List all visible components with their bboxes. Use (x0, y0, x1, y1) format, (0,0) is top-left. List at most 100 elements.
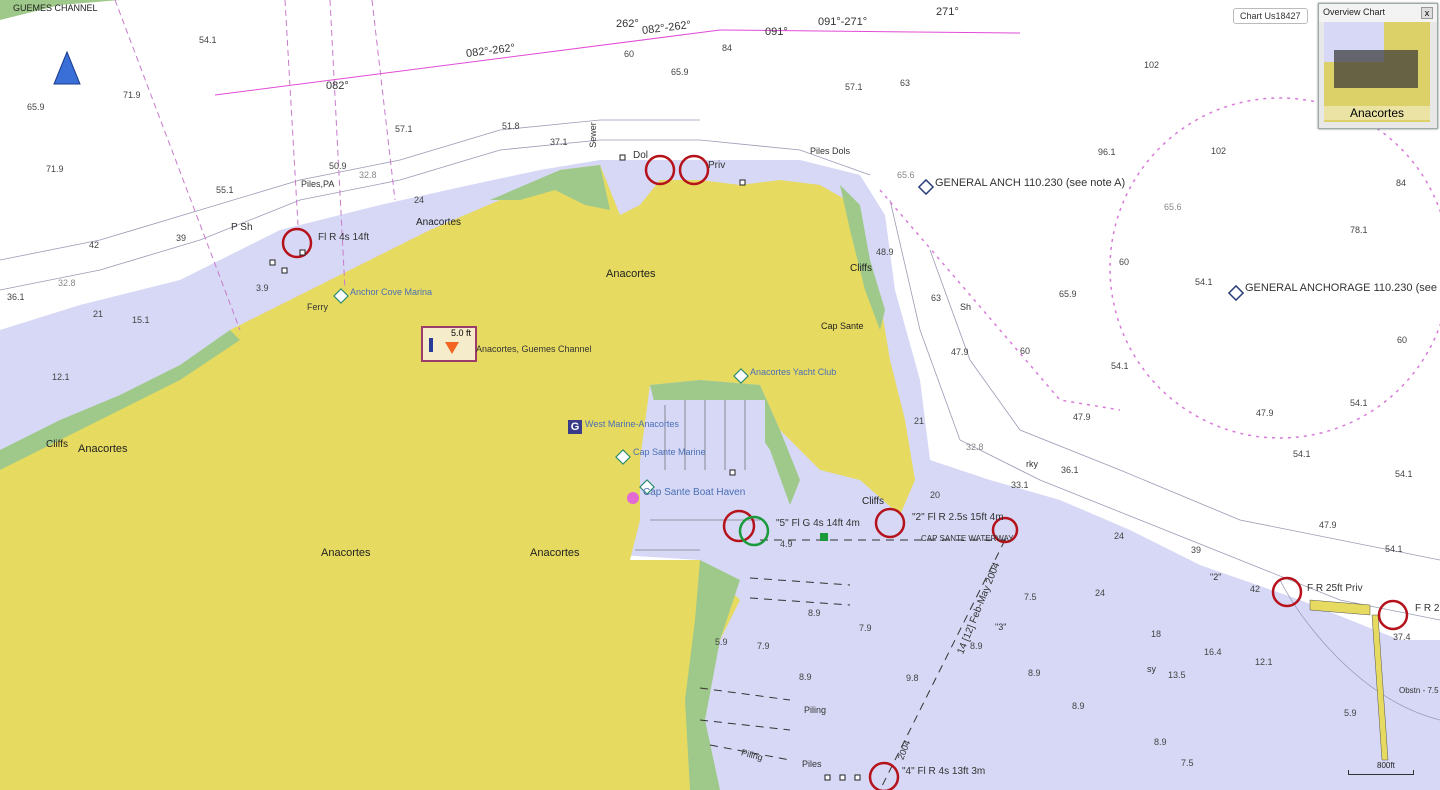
building-icon (739, 179, 746, 186)
label-piles: Piles (802, 759, 822, 769)
depth-sounding: 3.9 (256, 283, 269, 293)
store-g-icon[interactable]: G (568, 420, 582, 434)
depth-sounding: 60 (624, 49, 635, 59)
label-ferry: Ferry (307, 302, 328, 312)
depth-sounding: 54.1 (1111, 361, 1129, 371)
depth-sounding: 51.8 (502, 121, 520, 131)
depth-sounding: 37.4 (1393, 632, 1411, 642)
light-label-fl-r-2-5s[interactable]: "2" Fl R 2.5s 15ft 4m (912, 512, 1004, 523)
label-sh: Sh (960, 302, 972, 312)
tide-station-box[interactable]: 5.0 ft (421, 326, 477, 362)
depth-sounding: 20 (930, 490, 941, 500)
poi-anacortes-yacht-club[interactable]: Anacortes Yacht Club (750, 367, 836, 377)
depth-sounding: 24 (1095, 588, 1106, 598)
depth-sounding: 7.5 (1181, 758, 1194, 768)
depth-sounding: 12.1 (1255, 657, 1273, 667)
light-label-fl-r-4[interactable]: "4" Fl R 4s 13ft 3m (902, 766, 985, 777)
depth-sounding: 71.9 (123, 90, 141, 100)
label-sy: sy (1147, 664, 1156, 674)
building-icon (824, 774, 831, 781)
place-anacortes-west: Anacortes (78, 443, 128, 455)
building-icon (281, 267, 288, 274)
depth-sounding: 54.1 (1293, 449, 1311, 459)
depth-sounding: 78.1 (1350, 225, 1368, 235)
light-label-dol[interactable]: Dol (633, 150, 648, 161)
overview-chart-title: Overview Chart (1319, 4, 1437, 22)
depth-sounding: 33.1 (1011, 480, 1029, 490)
depth-sounding: 8.9 (799, 672, 812, 682)
poi-general-anchorage[interactable]: GENERAL ANCHORAGE 110.230 (see note A) (1245, 282, 1440, 294)
poi-anchor-cove-marina[interactable]: Anchor Cove Marina (350, 287, 432, 297)
building-icon (729, 469, 736, 476)
building-icon (299, 249, 306, 256)
light-label-f-r-2[interactable]: F R 2 (1415, 603, 1439, 614)
depth-contour-label: 32.8 (58, 278, 76, 288)
depth-contour-label: 32.8 (359, 170, 377, 180)
place-cap-sante: Cap Sante (821, 321, 864, 331)
depth-sounding: 102 (1144, 60, 1160, 70)
depth-sounding: 47.9 (1073, 412, 1091, 422)
depth-sounding: 7.9 (859, 623, 872, 633)
scale-bar (1348, 770, 1414, 775)
depth-sounding: 65.9 (1059, 289, 1077, 299)
depth-sounding: 21 (93, 309, 104, 319)
depth-sounding: 12.1 (52, 372, 70, 382)
depth-sounding: 84 (722, 43, 733, 53)
depth-sounding: 21 (914, 416, 925, 426)
light-label-priv[interactable]: Priv (708, 160, 725, 171)
place-cliffs-west: Cliffs (46, 439, 69, 450)
depth-sounding: 57.1 (845, 82, 863, 92)
depth-sounding: 24 (1114, 531, 1125, 541)
building-icon (839, 774, 846, 781)
overview-chart-map[interactable]: Anacortes (1324, 22, 1430, 122)
tide-height: 5.0 ft (450, 328, 471, 338)
depth-sounding: 55.1 (216, 185, 234, 195)
label-p-sh: P Sh (231, 222, 253, 233)
light-label-f-r-25ft[interactable]: F R 25ft Priv (1307, 583, 1363, 594)
depth-sounding: 9.8 (906, 673, 919, 683)
chart-id-badge[interactable]: Chart Us18427 (1233, 8, 1308, 24)
poi-cap-sante-marine[interactable]: Cap Sante Marine (633, 447, 706, 457)
label-cap-sante-waterway: CAP SANTE WATERWAY (921, 534, 1014, 543)
depth-sounding: 47.9 (1256, 408, 1274, 418)
depth-sounding: 16.4 (1204, 647, 1222, 657)
depth-sounding: 18 (1151, 629, 1162, 639)
label-piling-1: Piling (804, 705, 827, 715)
depth-sounding: 60 (1020, 346, 1031, 356)
depth-sounding: 96.1 (1098, 147, 1116, 157)
overview-viewport[interactable] (1334, 50, 1418, 88)
place-anacortes-main: Anacortes (606, 268, 656, 280)
building-icon (619, 154, 626, 161)
label-piles-dols: Piles Dols (810, 146, 851, 156)
buoy-label-2[interactable]: "2" (1210, 572, 1221, 582)
place-anacortes-sw2: Anacortes (530, 547, 580, 559)
depth-sounding: 84 (1396, 178, 1407, 188)
depth-sounding: 54.1 (1385, 544, 1403, 554)
poi-general-anch[interactable]: GENERAL ANCH 110.230 (see note A) (935, 177, 1125, 189)
poi-tide-station[interactable]: Anacortes, Guemes Channel (476, 344, 592, 354)
fuel-station-icon (627, 492, 639, 504)
label-rky: rky (1026, 459, 1038, 469)
depth-sounding: 15.1 (132, 315, 150, 325)
bearing-label-5: 091° (765, 26, 788, 38)
light-label-fl-r-4s[interactable]: Fl R 4s 14ft (318, 232, 369, 243)
depth-contour-label: 32.8 (966, 442, 984, 452)
label-sewer: Sewer (587, 122, 598, 148)
depth-sounding: 47.9 (1319, 520, 1337, 530)
depth-sounding: 47.9 (951, 347, 969, 357)
depth-sounding: 7.5 (1024, 592, 1037, 602)
chart-canvas[interactable] (0, 0, 1440, 790)
depth-sounding: 42 (1250, 584, 1261, 594)
poi-cap-sante-boat-haven[interactable]: Cap Sante Boat Haven (643, 487, 745, 498)
nautical-chart-map[interactable]: GUEMES CHANNEL Anacortes Anacortes Anaco… (0, 0, 1440, 790)
depth-sounding: 37.1 (550, 137, 568, 147)
depth-sounding: 36.1 (1061, 465, 1079, 475)
light-label-fl-g[interactable]: "5" Fl G 4s 14ft 4m (776, 518, 860, 529)
close-icon[interactable]: x (1421, 7, 1433, 19)
overview-chart-panel[interactable]: Overview Chart x Anacortes (1318, 3, 1438, 129)
buoy-label-3[interactable]: "3" (995, 622, 1006, 632)
bearing-label-4: 082° (326, 80, 349, 92)
depth-sounding: 8.9 (970, 641, 983, 651)
depth-sounding: 54.1 (199, 35, 217, 45)
poi-west-marine[interactable]: West Marine-Anacortes (585, 419, 679, 429)
